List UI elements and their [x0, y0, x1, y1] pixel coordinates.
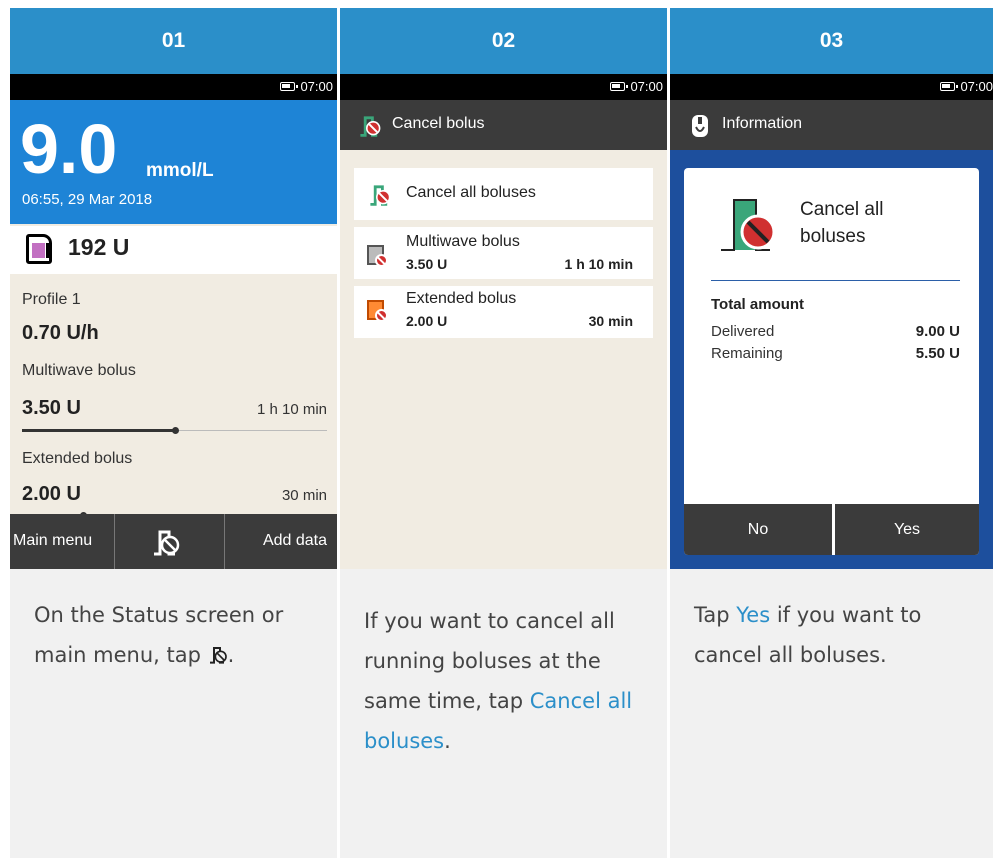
list-item-label: Extended bolus [406, 290, 517, 307]
list-item-label: Cancel all boluses [406, 184, 536, 201]
bolus-duration: 1 h 10 min [564, 256, 633, 272]
clock-time: 07:00 [300, 79, 333, 94]
clock-time: 07:00 [630, 79, 663, 94]
caption-text: Tap [694, 603, 737, 627]
cancel-bolus-icon [370, 185, 391, 206]
main-menu-button[interactable]: Main menu [13, 532, 92, 550]
total-amount-label: Total amount [711, 296, 805, 313]
title-bar: Cancel bolus [340, 100, 667, 150]
divider [224, 514, 225, 569]
status-screen: 07:00 9.0 mmol/L 06:55, 29 Mar 2018 192 … [10, 74, 337, 569]
basal-rate: 0.70 U/h [22, 322, 99, 344]
title-bar: Information [670, 100, 993, 150]
step-1-column: 01 07:00 9.0 mmol/L 06:55, 29 Mar 2018 1… [10, 0, 337, 858]
multiwave-bolus-item[interactable]: Multiwave bolus 3.50 U 1 h 10 min [354, 227, 653, 279]
profile-label: Profile 1 [22, 291, 81, 308]
cancel-icon [375, 254, 388, 267]
dialog-message: Cancel all boluses [800, 196, 883, 250]
multiwave-amount: 3.50 U [22, 397, 81, 419]
dialog-message-line: Cancel all [800, 199, 884, 220]
extended-duration: 30 min [281, 487, 327, 504]
yes-button[interactable]: Yes [835, 504, 979, 555]
multiwave-progress-bar [22, 427, 327, 434]
no-button[interactable]: No [684, 504, 832, 555]
battery-icon [940, 82, 958, 91]
cancel-all-boluses-item[interactable]: Cancel all boluses [354, 168, 653, 220]
screen-title: Cancel bolus [392, 115, 485, 132]
cancel-bolus-icon [360, 116, 381, 137]
multiwave-progress-fill [22, 429, 175, 432]
step-2-caption: If you want to cancel all running boluse… [340, 569, 667, 858]
glucose-banner[interactable]: 9.0 mmol/L 06:55, 29 Mar 2018 [10, 100, 337, 224]
screen-title: Information [722, 115, 803, 132]
list-item-label: Multiwave bolus [406, 233, 520, 250]
multiwave-progress-marker [171, 427, 179, 434]
step-number: 02 [340, 8, 667, 74]
status-bar: 07:00 [10, 74, 337, 100]
confirm-dialog: Cancel all boluses Total amount Delivere… [684, 168, 979, 555]
step-3-caption: Tap Yes if you want to cancel all boluse… [670, 569, 993, 858]
dialog-backdrop: Cancel all boluses Total amount Delivere… [670, 150, 993, 569]
battery-icon [280, 82, 298, 91]
add-data-button[interactable]: Add data [263, 532, 327, 550]
extended-amount: 2.00 U [22, 483, 81, 505]
reservoir-value: 192 U [68, 234, 130, 260]
multiwave-duration: 1 h 10 min [256, 401, 327, 418]
status-bar: 07:00 [340, 74, 667, 100]
glucose-timestamp: 06:55, 29 Mar 2018 [22, 191, 153, 208]
bottom-bar: Main menu Add data [10, 514, 337, 569]
delivered-value: 9.00 U [915, 323, 960, 340]
caption-link[interactable]: Yes [736, 603, 770, 627]
status-bar: 07:00 [670, 74, 993, 100]
step-2-column: 02 07:00 Cancel bolus Cancel all boluses [340, 0, 667, 858]
info-pump-icon [692, 115, 708, 137]
dialog-message-line: boluses [800, 226, 866, 247]
glucose-unit: mmol/L [146, 160, 214, 181]
glucose-value: 9.0 [20, 110, 118, 188]
divider [114, 514, 115, 569]
multiwave-label: Multiwave bolus [22, 362, 136, 379]
extended-label: Extended bolus [22, 450, 133, 467]
bolus-amount: 2.00 U [406, 313, 448, 329]
bolus-amount: 3.50 U [406, 256, 448, 272]
delivered-label: Delivered [711, 323, 775, 340]
cancel-bolus-icon [209, 647, 227, 664]
bolus-duration: 30 min [588, 313, 633, 329]
caption-end: . [227, 643, 235, 667]
remaining-value: 5.50 U [915, 345, 960, 362]
step-3-column: 03 07:00 Information Cancel all boluses … [670, 0, 993, 858]
reservoir-icon [26, 234, 52, 264]
clock-time: 07:00 [960, 79, 993, 94]
cancel-bolus-icon [721, 199, 776, 251]
reservoir-row[interactable]: 192 U [10, 226, 337, 274]
step-number: 03 [670, 8, 993, 74]
battery-icon [610, 82, 628, 91]
caption-end: . [444, 729, 451, 753]
caption-text: On the Status screen or main menu, tap [34, 603, 284, 667]
extended-bolus-item[interactable]: Extended bolus 2.00 U 30 min [354, 286, 653, 338]
step-1-caption: On the Status screen or main menu, tap . [10, 569, 337, 858]
cancel-bolus-icon[interactable] [151, 526, 181, 556]
information-screen: 07:00 Information Cancel all boluses Tot… [670, 74, 993, 569]
cancel-icon [375, 309, 388, 322]
cancel-bolus-screen: 07:00 Cancel bolus Cancel all boluses Mu… [340, 74, 667, 569]
remaining-label: Remaining [711, 345, 783, 362]
divider [711, 280, 960, 281]
step-number: 01 [10, 8, 337, 74]
